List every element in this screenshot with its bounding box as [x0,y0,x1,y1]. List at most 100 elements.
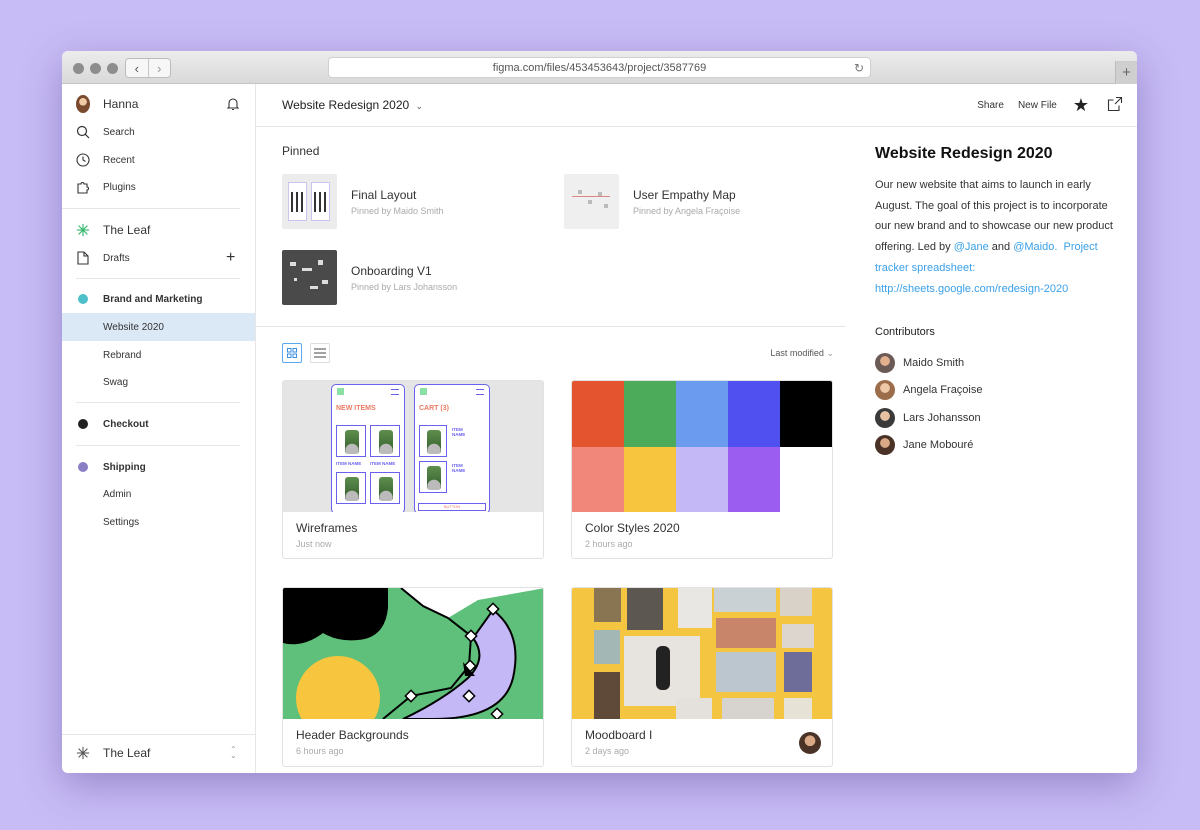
pinned-file-final-layout[interactable]: Final Layout Pinned by Maido Smith [282,174,444,229]
wireframe-new-items: NEW ITEMS [336,405,376,412]
sidebar-item-recent[interactable]: Recent [62,146,255,174]
main-content: Pinned Final Layout Pinned by Maido Smit… [256,127,846,773]
sidebar-item-settings[interactable]: Settings [62,508,255,536]
new-file-button[interactable]: New File [1018,100,1057,111]
sidebar-item-label: Settings [103,516,140,528]
list-view-button[interactable] [310,343,330,363]
sidebar-item-label: Search [103,126,135,138]
file-card-moodboard-i[interactable]: Moodboard I 2 days ago [571,587,833,767]
file-title: Wireframes [296,521,358,535]
chevron-down-icon: ⌄ [415,101,424,111]
browser-titlebar: ‹ › figma.com/files/453453643/project/35… [62,51,1137,84]
description-text: and [988,241,1014,254]
sidebar-item-shipping[interactable]: Shipping [62,453,255,481]
sidebar-item-search[interactable]: Search [62,118,255,146]
avatar [875,380,895,400]
color-swatch [676,381,728,447]
sidebar-item-checkout[interactable]: Checkout [62,410,255,438]
share-button[interactable]: Share [977,100,1004,111]
mention-link[interactable]: @Jane [954,241,989,253]
open-external-icon[interactable] [1107,96,1123,115]
mention-link[interactable]: @Maido. [1013,241,1057,253]
sidebar-item-admin[interactable]: Admin [62,480,255,508]
star-icon[interactable]: ★ [1073,95,1089,116]
sidebar-item-label: Brand and Marketing [103,293,203,305]
sidebar-item-swag[interactable]: Swag [62,368,255,396]
back-button[interactable]: ‹ [126,59,148,77]
sidebar-item-drafts[interactable]: Drafts + [62,244,255,272]
plugin-icon [76,180,90,194]
divider [76,445,240,446]
team-color-dot [76,460,90,474]
forward-button[interactable]: › [147,59,171,77]
pinned-heading: Pinned [282,144,320,158]
sidebar-item-rebrand[interactable]: Rebrand [62,341,255,369]
project-title: Website Redesign 2020 [282,98,410,112]
file-title: Moodboard I [585,728,653,742]
file-card-wireframes[interactable]: NEW ITEMS ITEM NAME ITEM NAME CART (3) I… [282,380,544,559]
pinned-by: Pinned by Angela Fraçoise [633,205,741,216]
divider [76,278,240,279]
minimize-window-button[interactable] [90,63,101,74]
grid-view-button[interactable] [282,343,302,363]
pinned-by: Pinned by Lars Johansson [351,281,458,292]
sidebar-item-label: Plugins [103,181,136,193]
sidebar-item-label: Admin [103,488,132,500]
list-icon [314,348,326,358]
file-modified-time: 2 hours ago [585,539,633,549]
url-text: figma.com/files/453453643/project/358776… [492,61,707,74]
contributor-name: Angela Fraçoise [903,384,983,396]
sidebar-item-brand-and-marketing[interactable]: Brand and Marketing [62,285,255,313]
file-modified-time: Just now [296,539,332,549]
pinned-file-name: Onboarding V1 [351,263,432,278]
grid-icon [287,348,297,358]
wireframe-cart: CART (3) [419,405,449,412]
sidebar-item-label: Website 2020 [103,321,164,333]
file-card-color-styles-2020[interactable]: Color Styles 2020 2 hours ago [571,380,833,559]
close-window-button[interactable] [73,63,84,74]
spreadsheet-link-url[interactable]: http://sheets.google.com/redesign-2020 [875,283,1068,295]
contributor-item[interactable]: Angela Fraçoise [875,380,983,400]
search-icon [76,125,90,139]
user-menu[interactable]: Hanna [62,90,255,118]
address-bar[interactable]: figma.com/files/453453643/project/358776… [328,57,871,78]
avatar [799,732,821,754]
wireframe-item-name: ITEM NAME [452,427,466,437]
zoom-window-button[interactable] [107,63,118,74]
new-tab-button[interactable]: + [1115,61,1137,84]
sidebar-item-website-2020[interactable]: Website 2020 [62,313,255,341]
team-switcher[interactable]: The Leaf ⌃ ⌄ [62,739,255,767]
reload-icon[interactable]: ↻ [854,61,864,75]
contributor-item[interactable]: Maido Smith [875,353,964,373]
contributor-item[interactable]: Lars Johansson [875,408,981,428]
file-icon [76,251,90,265]
project-title-dropdown[interactable]: Website Redesign 2020 ⌄ [282,98,423,112]
pinned-thumbnail [282,250,337,305]
pinned-file-name: User Empathy Map [633,187,736,202]
bell-icon[interactable] [225,96,241,115]
color-swatch [728,446,780,512]
avatar [76,95,90,113]
sort-dropdown[interactable]: Last modified ⌄ [770,348,834,359]
avatar [875,353,895,373]
pinned-file-name: Final Layout [351,187,417,202]
pinned-file-onboarding-v1[interactable]: Onboarding V1 Pinned by Lars Johansson [282,250,457,305]
wireframe-item-name: ITEM NAME [370,461,396,466]
pinned-by: Pinned by Maido Smith [351,205,444,216]
file-thumbnail [283,588,543,719]
team-name: The Leaf [103,223,151,237]
wireframe-button: BUTTON [418,503,486,511]
pinned-file-user-empathy-map[interactable]: User Empathy Map Pinned by Angela Fraçoi… [564,174,740,229]
file-card-header-backgrounds[interactable]: Header Backgrounds 6 hours ago [282,587,544,767]
add-draft-icon[interactable]: + [226,249,235,267]
file-thumbnail [572,381,832,512]
contributor-item[interactable]: Jane Mobouré [875,435,973,455]
user-name: Hanna [103,97,139,111]
sidebar: Hanna Search Recent Plugins The Leaf Dra… [62,84,256,773]
file-title: Color Styles 2020 [585,521,680,535]
contributor-name: Jane Mobouré [903,439,974,451]
sidebar-item-plugins[interactable]: Plugins [62,173,255,201]
sidebar-item-label: Recent [103,154,135,166]
team-selector[interactable]: The Leaf [62,216,255,244]
team-name: The Leaf [103,746,151,760]
